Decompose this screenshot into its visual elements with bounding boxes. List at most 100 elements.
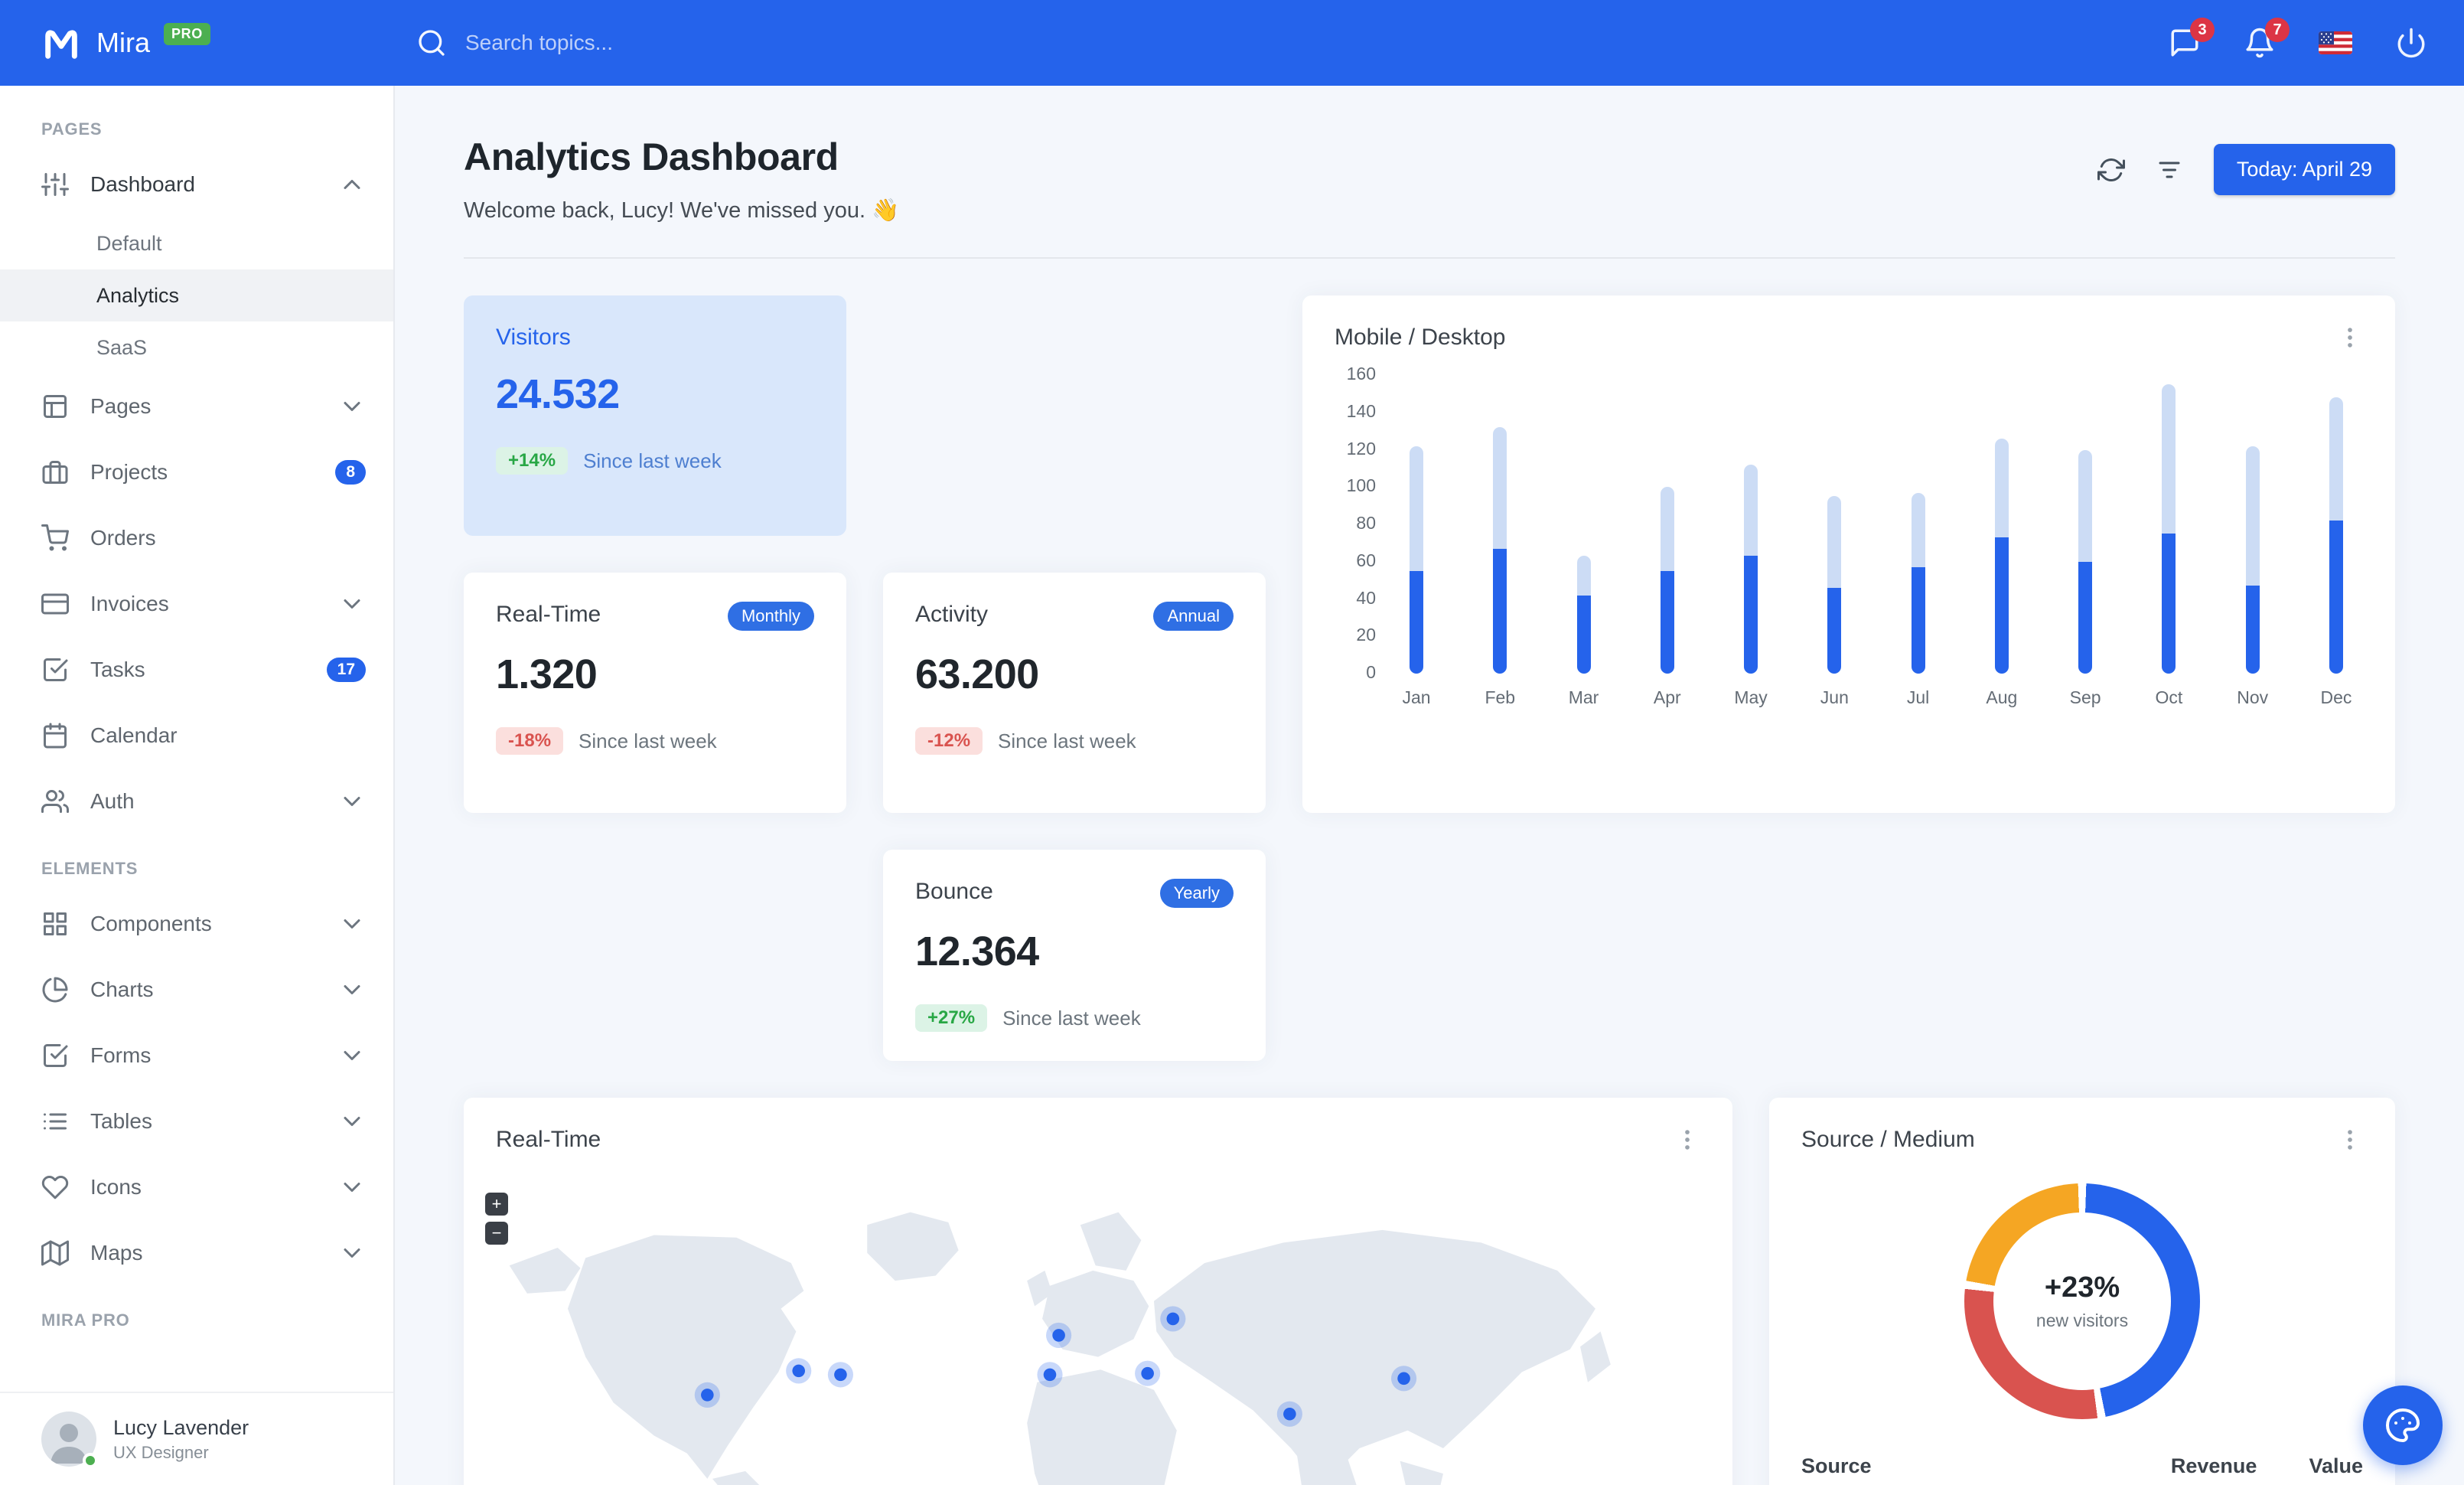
page-subtitle: Welcome back, Lucy! We've missed you. 👋	[464, 198, 900, 223]
map-marker-4[interactable]	[1037, 1362, 1063, 1388]
stat-period-badge: Monthly	[727, 602, 814, 631]
stat-period-badge: Yearly	[1159, 879, 1234, 908]
header-divider	[464, 257, 2395, 259]
sidebar-item-forms[interactable]: Forms	[0, 1023, 393, 1088]
x-tick-label: Nov	[2237, 687, 2269, 707]
sidebar-user[interactable]: Lucy Lavender UX Designer	[0, 1392, 393, 1485]
map-marker-7[interactable]	[1160, 1306, 1186, 1332]
refresh-button[interactable]	[2097, 156, 2125, 184]
layout-icon	[41, 393, 69, 420]
filter-icon	[2156, 156, 2183, 184]
language-flag-button[interactable]	[2319, 31, 2352, 54]
chevron-down-icon	[338, 1173, 366, 1201]
x-tick-label: Jun	[1820, 687, 1849, 707]
filter-button[interactable]	[2156, 156, 2183, 184]
brand[interactable]: Mira PRO	[40, 23, 395, 63]
y-tick-label: 100	[1346, 475, 1376, 496]
main-content: Analytics Dashboard Welcome back, Lucy! …	[395, 86, 2464, 1485]
list-icon	[41, 1108, 69, 1135]
y-tick-label: 0	[1366, 662, 1376, 682]
sidebar-item-calendar[interactable]: Calendar	[0, 703, 393, 769]
y-tick-label: 60	[1356, 550, 1376, 570]
sidebar-item-tasks[interactable]: Tasks 17	[0, 637, 393, 703]
credit-card-icon	[41, 590, 69, 618]
more-vertical-icon	[2337, 1127, 2363, 1153]
sidebar-item-label: Maps	[90, 1241, 143, 1265]
x-tick-label: Aug	[1986, 687, 2018, 707]
zoom-in-button[interactable]: +	[485, 1193, 508, 1216]
navbar-actions: 3 7	[2169, 18, 2427, 59]
map-marker-9[interactable]	[1390, 1366, 1417, 1392]
sidebar-item-icons[interactable]: Icons	[0, 1154, 393, 1220]
sidebar-subitem-saas[interactable]: SaaS	[0, 321, 393, 374]
power-icon	[2395, 27, 2427, 59]
sidebar-section-label-elements: ELEMENTS	[41, 859, 139, 878]
stat-delta-badge: -18%	[496, 727, 564, 755]
sliders-icon	[41, 171, 69, 198]
map-marker-8[interactable]	[1276, 1401, 1302, 1427]
sidebar-subitem-analytics[interactable]: Analytics	[0, 269, 393, 321]
card-menu-button[interactable]	[2337, 325, 2363, 351]
stat-delta-badge: +14%	[496, 447, 569, 475]
y-tick-label: 140	[1346, 400, 1376, 421]
theme-settings-fab[interactable]	[2363, 1385, 2443, 1465]
palette-icon	[2384, 1407, 2421, 1444]
shopping-cart-icon	[41, 524, 69, 552]
messages-button[interactable]: 3	[2169, 18, 2215, 59]
mira-logo-icon	[40, 23, 83, 63]
sidebar-item-projects[interactable]: Projects 8	[0, 439, 393, 505]
x-tick-label: Mar	[1568, 687, 1599, 707]
sidebar-item-components[interactable]: Components	[0, 891, 393, 957]
navbar-search	[416, 28, 833, 58]
briefcase-icon	[41, 459, 69, 486]
stat-value: 24.532	[496, 371, 620, 417]
sidebar-item-label: Tasks	[90, 658, 145, 681]
map-marker-1[interactable]	[694, 1382, 720, 1408]
column-header-value: Value	[2257, 1441, 2363, 1485]
search-icon	[416, 28, 447, 58]
sidebar-item-tables[interactable]: Tables	[0, 1088, 393, 1154]
bar-jan: Jan	[1402, 445, 1431, 707]
chevron-down-icon	[338, 1108, 366, 1135]
notifications-button[interactable]: 7	[2244, 18, 2290, 59]
map-marker-2[interactable]	[786, 1358, 812, 1384]
stat-card-bounce: Bounce Yearly 12.364 +27% Since last week	[883, 850, 1266, 1061]
sidebar-item-pages[interactable]: Pages	[0, 374, 393, 439]
avatar	[41, 1412, 98, 1468]
y-tick-label: 120	[1346, 438, 1376, 459]
sidebar-item-orders[interactable]: Orders	[0, 505, 393, 571]
sidebar-subitem-default[interactable]: Default	[0, 217, 393, 269]
sidebar-item-dashboard[interactable]: Dashboard	[0, 152, 393, 217]
world-map	[509, 1212, 1611, 1485]
calendar-icon	[41, 722, 69, 749]
map-marker-6[interactable]	[1135, 1360, 1161, 1386]
sidebar-item-maps[interactable]: Maps	[0, 1220, 393, 1286]
card-menu-button[interactable]	[1674, 1127, 1700, 1153]
sidebar-item-charts[interactable]: Charts	[0, 957, 393, 1023]
sidebar-item-invoices[interactable]: Invoices	[0, 571, 393, 637]
sign-out-button[interactable]	[2395, 27, 2427, 59]
y-tick-label: 80	[1356, 513, 1376, 533]
stat-card-title: Real-Time	[496, 602, 601, 627]
chevron-down-icon	[338, 1239, 366, 1267]
sidebar-item-label: Pages	[90, 394, 152, 418]
zoom-out-button[interactable]: −	[485, 1222, 508, 1245]
map-marker-5[interactable]	[1046, 1322, 1072, 1349]
bar-chart: 0 20 40 60 80 100 120 140 160 Jan Feb Mar Apr May Jun…	[1336, 364, 2361, 758]
chevron-down-icon	[338, 910, 366, 938]
x-tick-label: Jan	[1402, 687, 1431, 707]
more-vertical-icon	[1674, 1127, 1700, 1153]
map-marker-3[interactable]	[827, 1362, 854, 1388]
page-title: Analytics Dashboard	[464, 135, 839, 178]
x-tick-label: Sep	[2069, 687, 2101, 707]
user-role: UX Designer	[113, 1442, 209, 1462]
bar-jul: Jul	[1907, 492, 1929, 707]
stat-value: 12.364	[915, 929, 1039, 974]
date-range-button[interactable]: Today: April 29	[2213, 144, 2395, 195]
donut-center: +23% new visitors	[1993, 1212, 2171, 1390]
donut-center-label: new visitors	[2035, 1310, 2129, 1330]
card-menu-button[interactable]	[2337, 1127, 2363, 1153]
notifications-count-badge: 7	[2265, 18, 2290, 42]
sidebar-item-auth[interactable]: Auth	[0, 769, 393, 834]
search-input[interactable]	[465, 31, 833, 55]
